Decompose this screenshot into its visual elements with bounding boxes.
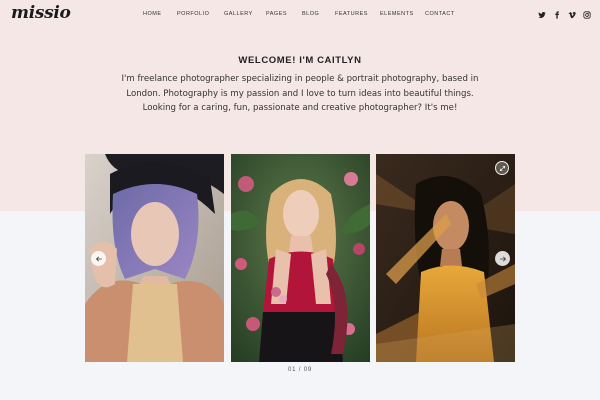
- intro-title: WELCOME! I'M CAITLYN: [238, 55, 362, 66]
- intro-line: London. Photography is my passion and I …: [126, 88, 474, 99]
- slider-prev-button[interactable]: [91, 251, 106, 266]
- slide-counter-total: 09: [303, 367, 312, 373]
- slide-counter: 01 / 09: [0, 367, 600, 373]
- twitter-icon[interactable]: [537, 10, 546, 19]
- site-header: missio HOME PORFOLIO GALLERY PAGES BLOG …: [0, 0, 600, 30]
- arrow-left-icon: [95, 256, 102, 261]
- intro-text: I'm freelance photographer specializing …: [112, 72, 488, 116]
- vimeo-icon[interactable]: [567, 10, 576, 19]
- fullscreen-button[interactable]: [495, 161, 509, 175]
- expand-icon: [499, 165, 505, 171]
- slide-counter-current: 01: [288, 367, 297, 373]
- site-logo[interactable]: missio: [11, 3, 71, 23]
- intro-line: I'm freelance photographer specializing …: [121, 74, 479, 84]
- nav-item-elements[interactable]: ELEMENTS: [380, 11, 414, 17]
- nav-item-contact[interactable]: CONTACT: [425, 11, 455, 17]
- intro-line: Looking for a caring, fun, passionate an…: [142, 103, 458, 113]
- nav-item-blog[interactable]: BLOG: [302, 11, 319, 17]
- nav-item-porfolio[interactable]: PORFOLIO: [177, 11, 209, 17]
- nav-item-home[interactable]: HOME: [143, 11, 162, 17]
- nav-item-features[interactable]: FEATURES: [335, 11, 368, 17]
- slide-image-2[interactable]: [231, 154, 370, 362]
- instagram-icon[interactable]: [582, 10, 591, 19]
- nav-item-gallery[interactable]: GALLERY: [224, 11, 253, 17]
- facebook-icon[interactable]: [552, 10, 561, 19]
- nav-item-pages[interactable]: PAGES: [266, 11, 287, 17]
- arrow-right-icon: [499, 256, 506, 261]
- slide-counter-separator: /: [298, 367, 302, 373]
- slider-next-button[interactable]: [495, 251, 510, 266]
